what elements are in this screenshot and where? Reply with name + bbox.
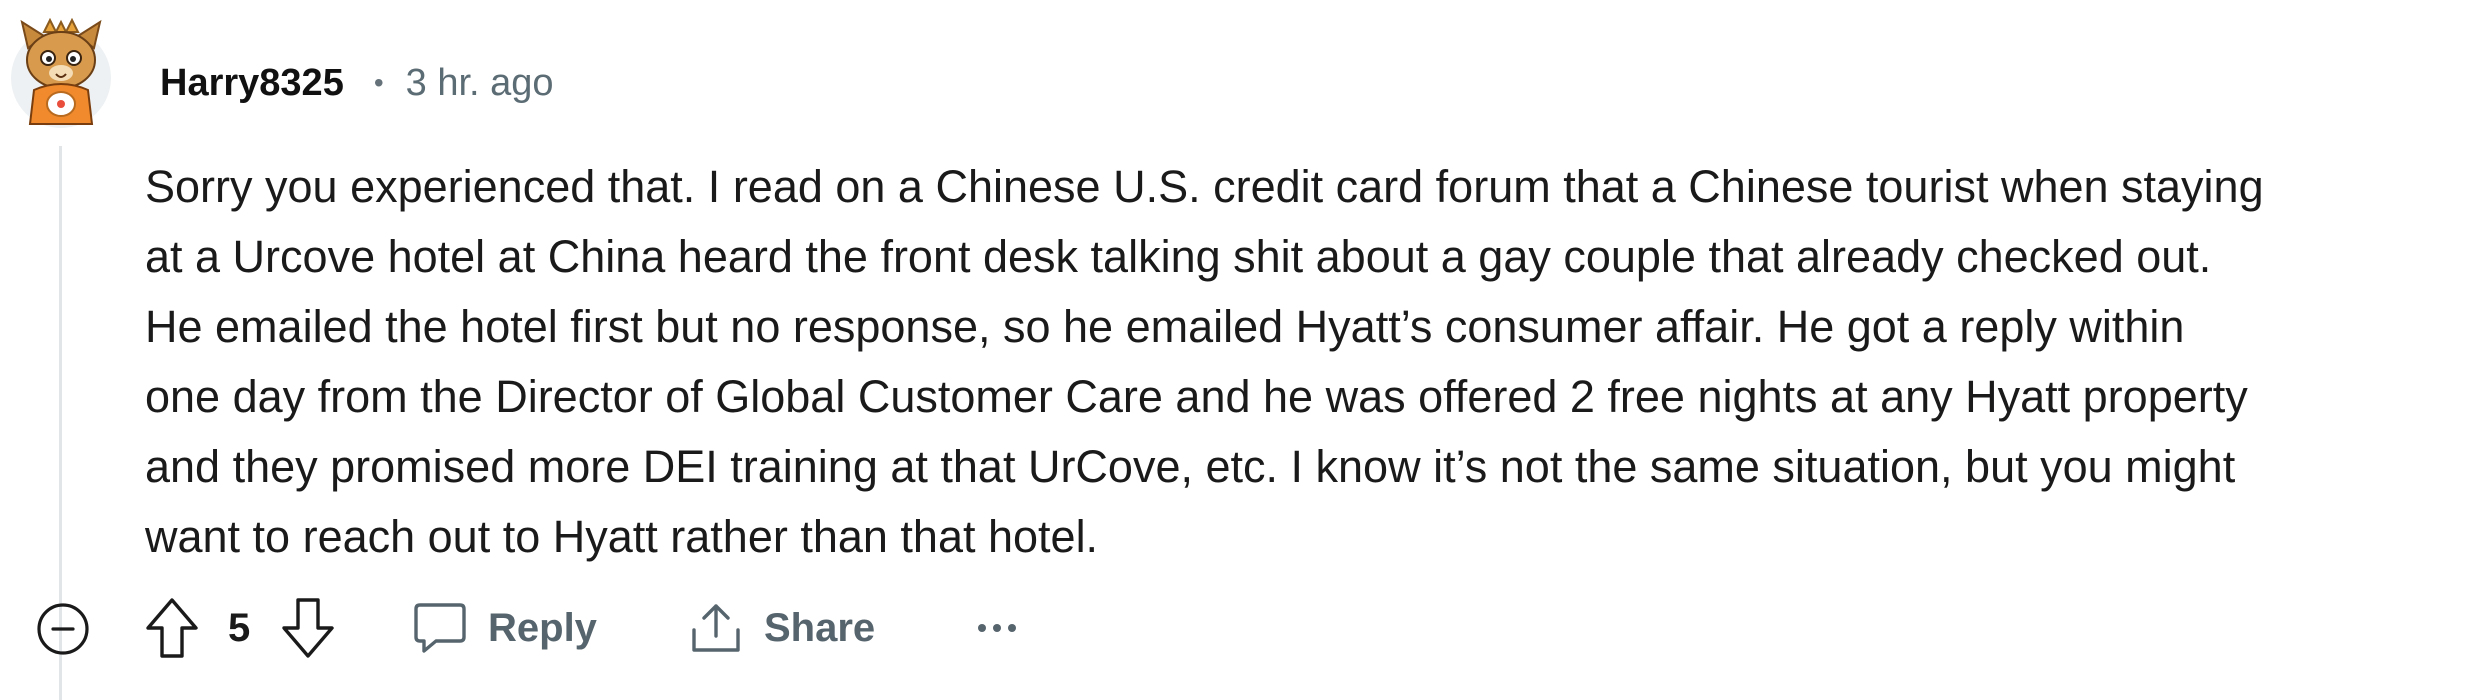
username[interactable]: Harry8325 (160, 62, 344, 105)
comment-body-line: one day from the Director of Global Cust… (145, 371, 2248, 422)
collapse-button[interactable] (36, 602, 90, 656)
vote-count: 5 (228, 606, 251, 650)
meta-separator: • (373, 67, 384, 98)
comment-body-line: want to reach out to Hyatt rather than t… (145, 511, 1099, 562)
downvote-button[interactable] (280, 596, 336, 660)
comment-body-line: and they promised more DEI training at t… (145, 441, 2236, 492)
more-options-button[interactable] (972, 606, 1022, 650)
upvote-arrow-icon (146, 598, 198, 658)
reply-button[interactable]: Reply (412, 588, 597, 668)
avatar[interactable] (8, 18, 114, 130)
collapse-minus-icon (37, 603, 89, 655)
upvote-button[interactable] (144, 596, 200, 660)
more-dots-icon (978, 624, 1016, 632)
timestamp[interactable]: 3 hr. ago (406, 62, 554, 105)
comment-body-line: He emailed the hotel first but no respon… (145, 301, 2185, 352)
comment-body-line: Sorry you experienced that. I read on a … (145, 161, 2264, 212)
comment-body: Sorry you experienced that. I read on a … (145, 152, 2445, 572)
share-button[interactable]: Share (688, 588, 875, 668)
speech-bubble-icon (414, 603, 466, 653)
share-upload-icon (692, 604, 740, 652)
downvote-arrow-icon (282, 598, 334, 658)
comment-action-bar: 5 Reply Share (0, 588, 1100, 668)
share-label: Share (764, 605, 876, 650)
reply-label: Reply (488, 605, 597, 650)
comment-header: Harry8325 • 3 hr. ago (160, 58, 554, 108)
comment-body-line: at a Urcove hotel at China heard the fro… (145, 231, 2212, 282)
